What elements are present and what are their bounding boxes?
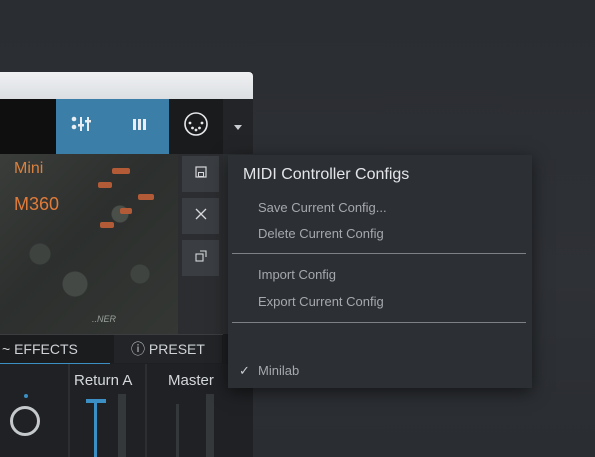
- delete-current-config-item[interactable]: Delete Current Config: [258, 226, 384, 241]
- midi-din-icon: [182, 110, 210, 143]
- artwork-caption: ..NER: [92, 314, 117, 324]
- toolbar: [0, 99, 253, 154]
- keyboard-view-button[interactable]: [111, 99, 169, 154]
- return-a-label: Return A: [74, 372, 133, 389]
- mixer-divider: [145, 364, 147, 457]
- save-config-icon: [194, 165, 207, 183]
- app-window: Mini M360 ..NER ~ EFFECTS ⓘ PRESET Retur…: [0, 72, 253, 457]
- close-icon: [195, 207, 207, 225]
- mixer-section: Return A Master: [0, 364, 253, 457]
- window-titlebar: [0, 72, 253, 99]
- instrument-name-line2: M360: [14, 194, 60, 214]
- section-tabs: ~ EFFECTS ⓘ PRESET: [0, 334, 223, 365]
- return-a-meter: [118, 394, 126, 457]
- artwork-detail: [138, 194, 154, 200]
- tab-preset[interactable]: ⓘ PRESET: [114, 335, 222, 363]
- mixer-divider: [68, 364, 70, 457]
- artwork-detail: [112, 168, 130, 174]
- return-a-fader[interactable]: [94, 399, 97, 457]
- midi-config-dropdown-button[interactable]: [223, 99, 253, 154]
- return-a-fader-cap[interactable]: [86, 399, 106, 403]
- save-config-button[interactable]: [182, 156, 219, 192]
- menu-divider: [232, 322, 526, 323]
- expand-button[interactable]: [182, 240, 219, 276]
- artwork-detail: [100, 222, 114, 228]
- effects-knob[interactable]: [10, 406, 40, 436]
- master-label: Master: [168, 372, 214, 389]
- tab-effects[interactable]: ~ EFFECTS: [0, 335, 110, 365]
- config-item-minilab[interactable]: Minilab: [258, 363, 299, 378]
- side-button-column: [178, 154, 223, 334]
- artwork-detail: [98, 182, 112, 188]
- midi-config-menu: MIDI Controller Configs Save Current Con…: [228, 155, 532, 388]
- mixer-sliders-icon: [71, 115, 97, 138]
- checkmark-icon: ✓: [239, 363, 250, 378]
- expand-icon: [194, 249, 207, 267]
- caret-down-icon: [234, 118, 242, 136]
- close-button[interactable]: [182, 198, 219, 234]
- mixer-view-button[interactable]: [56, 99, 111, 154]
- keyboard-icon: [132, 117, 148, 136]
- menu-divider: [232, 253, 526, 254]
- artwork-detail: [120, 208, 132, 214]
- instrument-name-line1: Mini: [14, 160, 44, 177]
- menu-title: MIDI Controller Configs: [243, 166, 410, 183]
- save-current-config-item[interactable]: Save Current Config...: [258, 200, 387, 215]
- instrument-artwork: Mini M360 ..NER: [0, 154, 178, 334]
- master-fader[interactable]: [176, 404, 179, 457]
- import-config-item[interactable]: Import Config: [258, 267, 336, 282]
- export-current-config-item[interactable]: Export Current Config: [258, 294, 384, 309]
- master-meter: [206, 394, 214, 457]
- midi-button[interactable]: [169, 99, 223, 154]
- knob-indicator: [24, 394, 28, 398]
